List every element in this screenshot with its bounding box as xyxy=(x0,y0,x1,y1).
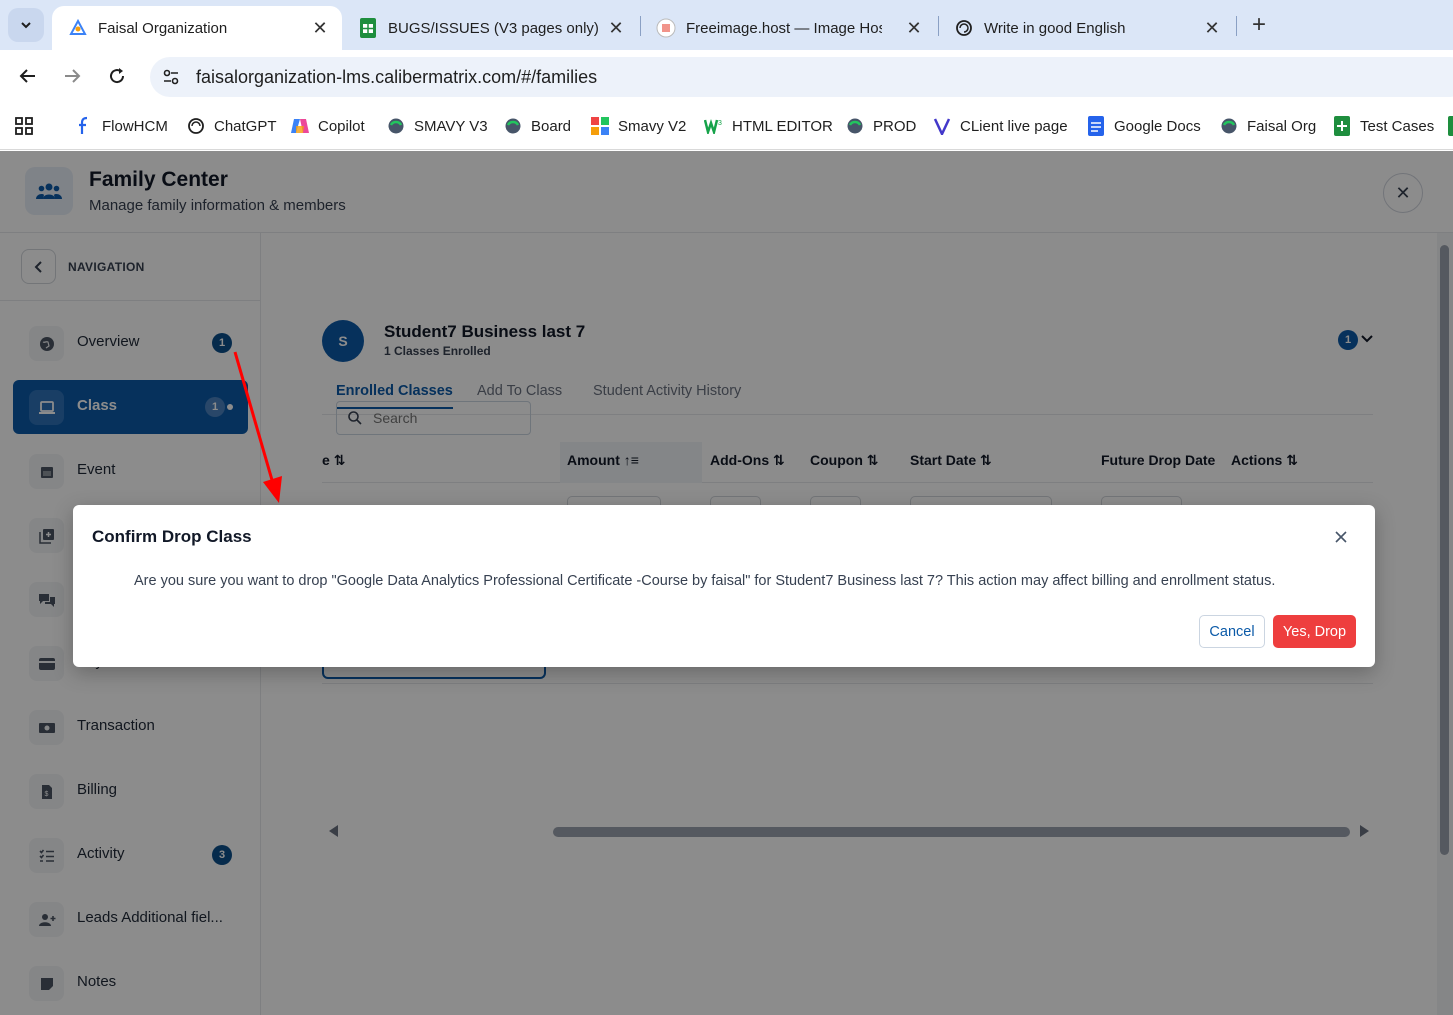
close-icon[interactable]: ✕ xyxy=(904,18,924,38)
copilot-icon xyxy=(290,116,310,136)
bookmark-faisal-org[interactable]: Faisal Org xyxy=(1219,114,1316,138)
address-bar: faisalorganization-lms.calibermatrix.com… xyxy=(0,50,1453,102)
bookmark-client-live[interactable]: CLient live page xyxy=(932,114,1068,138)
tab-label: Faisal Organization xyxy=(98,19,228,37)
bookmark-label: Smavy V2 xyxy=(618,117,687,135)
site-settings-icon[interactable] xyxy=(154,60,188,94)
w3-icon: 3 xyxy=(704,116,724,136)
smavy-globe-icon xyxy=(503,116,523,136)
confirm-drop-dialog: Confirm Drop Class Are you sure you want… xyxy=(73,505,1375,667)
google-docs-icon xyxy=(1086,116,1106,136)
bookmark-chatgpt[interactable]: ChatGPT xyxy=(186,114,277,138)
back-arrow-icon[interactable] xyxy=(14,62,42,90)
browser-tab-bar: Faisal Organization ✕ BUGS/ISSUES (V3 pa… xyxy=(0,0,1453,50)
bookmark-label: ChatGPT xyxy=(214,117,277,135)
close-icon[interactable]: ✕ xyxy=(310,18,330,38)
tab-label: BUGS/ISSUES (V3 pages only) - xyxy=(388,19,598,37)
flowhcm-icon xyxy=(74,116,94,136)
bookmark-label: SMAVY V3 xyxy=(414,117,488,135)
close-icon[interactable] xyxy=(1330,526,1352,548)
smavy-grid-icon xyxy=(590,116,610,136)
bookmark-label: Faisal Org xyxy=(1247,117,1317,135)
bookmarks-bar: FlowHCM ChatGPT Copilot SMAVY V3 Board S… xyxy=(0,102,1453,150)
bookmark-label: HTML EDITOR xyxy=(732,117,833,135)
bookmark-overflow[interactable] xyxy=(1446,114,1453,138)
tab-separator xyxy=(1236,16,1237,36)
bookmark-label: CLient live page xyxy=(960,117,1068,135)
faisal-org-favicon-icon xyxy=(68,18,88,38)
close-icon[interactable]: ✕ xyxy=(606,18,626,38)
bookmark-smavy-v3[interactable]: SMAVY V3 xyxy=(386,114,488,138)
bookmark-smavy-v2[interactable]: Smavy V2 xyxy=(590,114,686,138)
bookmark-label: FlowHCM xyxy=(102,117,168,135)
close-icon[interactable]: ✕ xyxy=(1202,18,1222,38)
dialog-message: Are you sure you want to drop "Google Da… xyxy=(134,573,1276,589)
bookmark-flowhcm[interactable]: FlowHCM xyxy=(74,114,168,138)
tab-label: Freeimage.host — Image Hostir xyxy=(686,19,882,37)
bookmark-board[interactable]: Board xyxy=(503,114,571,138)
browser-tab-write-english[interactable]: Write in good English ✕ xyxy=(938,6,1234,50)
bookmark-copilot[interactable]: Copilot xyxy=(290,114,365,138)
reload-icon[interactable] xyxy=(103,62,131,90)
bookmark-label: Test Cases xyxy=(1360,117,1435,135)
bookmark-google-docs[interactable]: Google Docs xyxy=(1086,114,1201,138)
bookmark-label: Board xyxy=(531,117,572,135)
svg-text:3: 3 xyxy=(718,120,722,127)
browser-tab-freeimage[interactable]: Freeimage.host — Image Hostir ✕ xyxy=(640,6,936,50)
cancel-button[interactable]: Cancel xyxy=(1199,615,1265,648)
new-tab-plus-icon[interactable]: + xyxy=(1246,11,1272,38)
bookmark-prod[interactable]: PROD xyxy=(845,114,916,138)
confirm-drop-button[interactable]: Yes, Drop xyxy=(1273,615,1356,648)
apps-grid-icon[interactable] xyxy=(14,114,34,138)
tab-search-button[interactable] xyxy=(8,8,44,42)
chatgpt-icon xyxy=(186,116,206,136)
v-logo-icon xyxy=(932,116,952,136)
chevron-down-icon xyxy=(21,22,31,29)
bookmark-test-cases[interactable]: Test Cases xyxy=(1332,114,1434,138)
google-sheets-icon xyxy=(1446,116,1453,136)
browser-tab-bugs[interactable]: BUGS/ISSUES (V3 pages only) - ✕ xyxy=(342,6,638,50)
browser-tab-faisal-org[interactable]: Faisal Organization ✕ xyxy=(52,6,342,50)
chatgpt-icon xyxy=(954,18,974,38)
url-text: faisalorganization-lms.calibermatrix.com… xyxy=(196,66,598,87)
freeimage-icon xyxy=(656,18,676,38)
smavy-globe-icon xyxy=(845,116,865,136)
bookmark-label: Copilot xyxy=(318,117,365,135)
omnibox[interactable]: faisalorganization-lms.calibermatrix.com… xyxy=(150,57,1453,97)
bookmark-html-editor[interactable]: 3 HTML EDITOR xyxy=(704,114,833,138)
forward-arrow-icon[interactable] xyxy=(58,62,86,90)
bookmark-label: Google Docs xyxy=(1114,117,1201,135)
smavy-globe-icon xyxy=(386,116,406,136)
google-sheets-icon xyxy=(358,18,378,38)
tab-label: Write in good English xyxy=(984,19,1126,37)
google-sheets-icon xyxy=(1332,116,1352,136)
bookmark-label: PROD xyxy=(873,117,917,135)
dialog-title: Confirm Drop Class xyxy=(92,527,252,546)
smavy-globe-icon xyxy=(1219,116,1239,136)
